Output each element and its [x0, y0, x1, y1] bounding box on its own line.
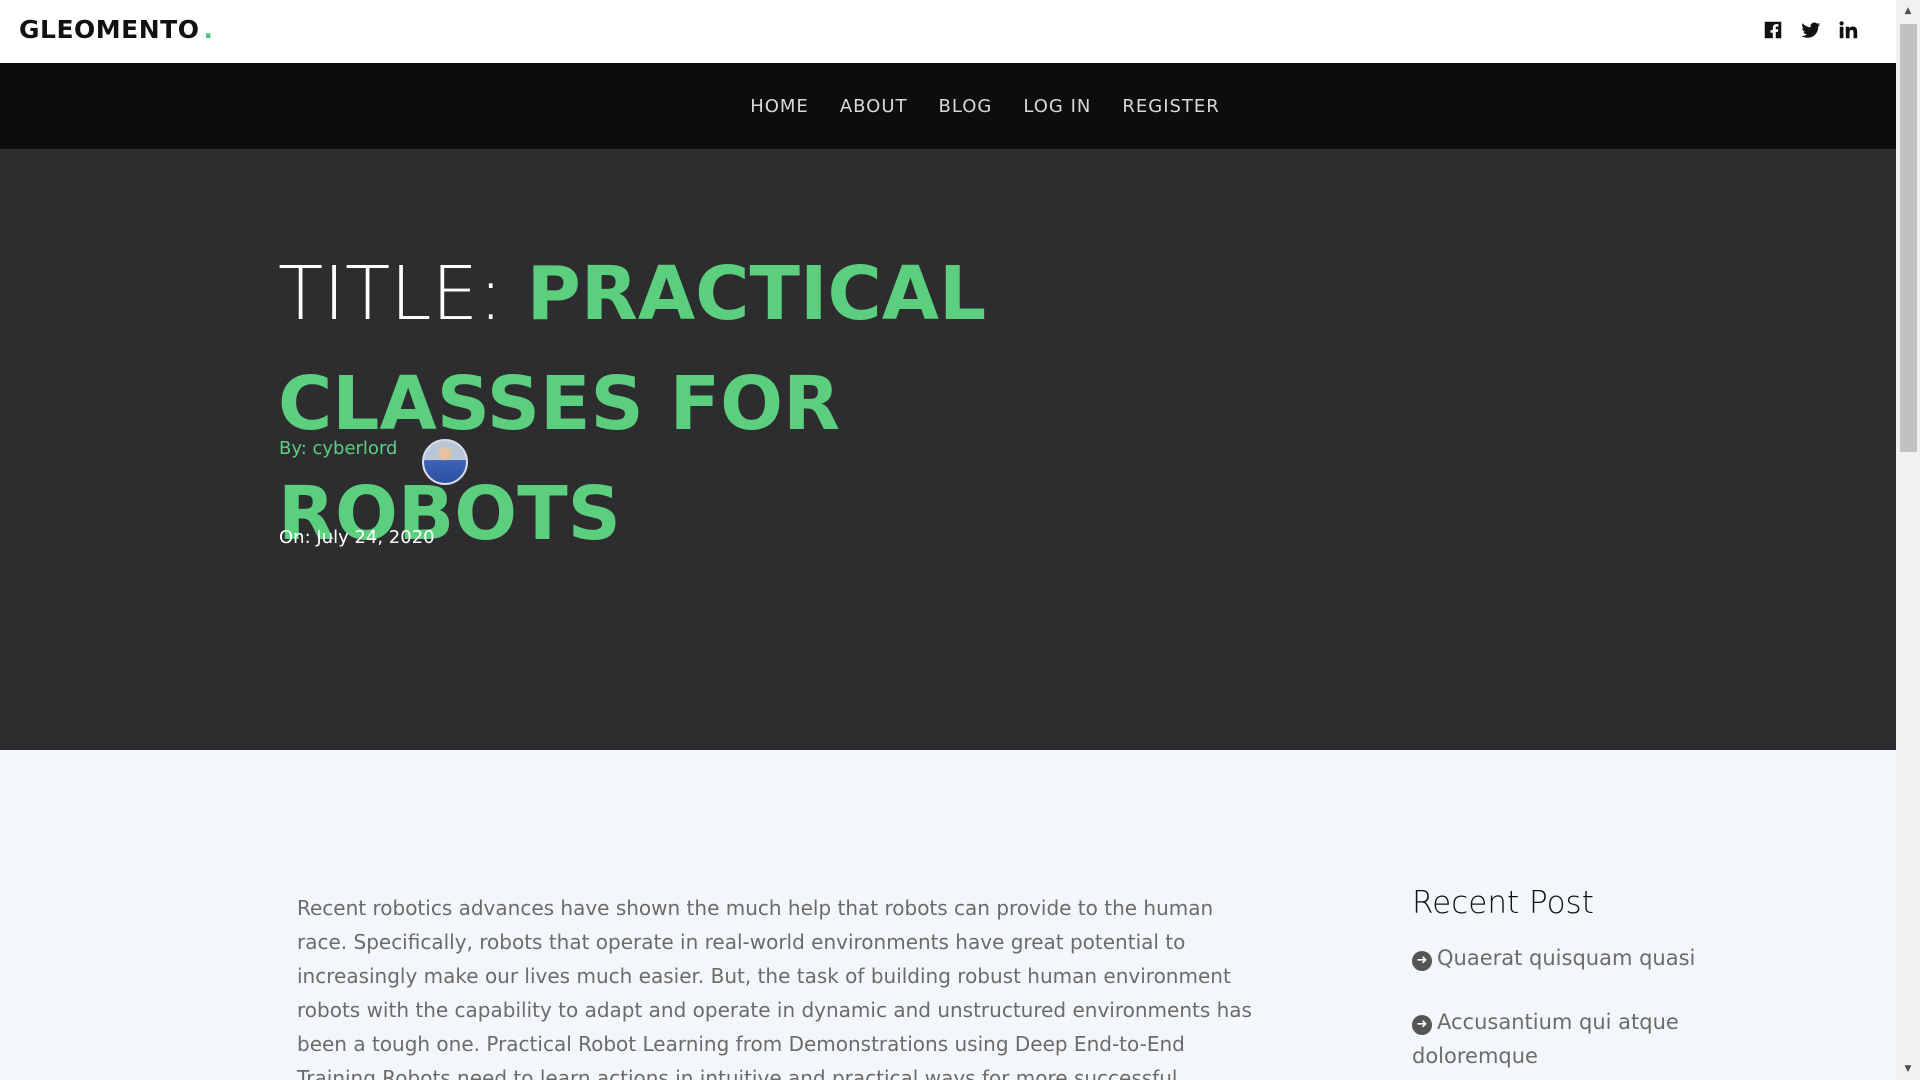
linkedin-icon[interactable] [1835, 17, 1861, 43]
recent-post-label: Accusantium qui atque doloremque [1412, 1010, 1679, 1068]
nav-blog[interactable]: BLOG [939, 96, 993, 117]
scroll-down-arrow-icon[interactable]: ▼ [1896, 1060, 1920, 1078]
hero-banner: TITLE: PRACTICAL CLASSES FOR ROBOTS By: … [0, 149, 1896, 750]
post-author[interactable]: By: cyberlord [279, 438, 397, 459]
page-scrollbar[interactable]: ▲ ▼ [1896, 0, 1920, 1080]
recent-post-link[interactable]: ➜ Quaerat quisquam quasi [1412, 941, 1732, 975]
post-title: TITLE: PRACTICAL CLASSES FOR ROBOTS [278, 239, 1178, 569]
brand-logo[interactable]: GLEOMENTO. [19, 15, 213, 44]
brand-name: GLEOMENTO [19, 15, 200, 44]
twitter-icon[interactable] [1798, 17, 1824, 43]
nav-about[interactable]: ABOUT [840, 96, 908, 117]
arrow-right-icon: ➜ [1412, 951, 1432, 971]
nav-home[interactable]: HOME [750, 96, 809, 117]
recent-posts-sidebar: Recent Post ➜ Quaerat quisquam quasi ➜ Acc… [1412, 885, 1732, 1080]
recent-post-link[interactable]: ➜ Accusantium qui atque doloremque [1412, 1005, 1732, 1073]
post-title-prefix: TITLE: [278, 251, 527, 337]
scroll-up-arrow-icon[interactable]: ▲ [1896, 2, 1920, 20]
scroll-thumb[interactable] [1900, 24, 1917, 452]
nav-list: HOME ABOUT BLOG LOG IN REGISTER [750, 96, 1220, 117]
post-date: On: July 24, 2020 [279, 527, 435, 548]
nav-register[interactable]: REGISTER [1122, 96, 1219, 117]
nav-login[interactable]: LOG IN [1023, 96, 1091, 117]
author-avatar [422, 439, 468, 485]
main-nav: HOME ABOUT BLOG LOG IN REGISTER [0, 63, 1896, 149]
sidebar-title: Recent Post [1412, 885, 1594, 921]
facebook-icon[interactable] [1760, 17, 1786, 43]
recent-post-label: Quaerat quisquam quasi [1437, 946, 1696, 970]
brand-dot: . [203, 15, 214, 44]
top-bar: GLEOMENTO. [0, 0, 1896, 63]
arrow-right-icon: ➜ [1412, 1015, 1432, 1035]
article-body: Recent robotics advances have shown the … [297, 896, 1252, 1080]
